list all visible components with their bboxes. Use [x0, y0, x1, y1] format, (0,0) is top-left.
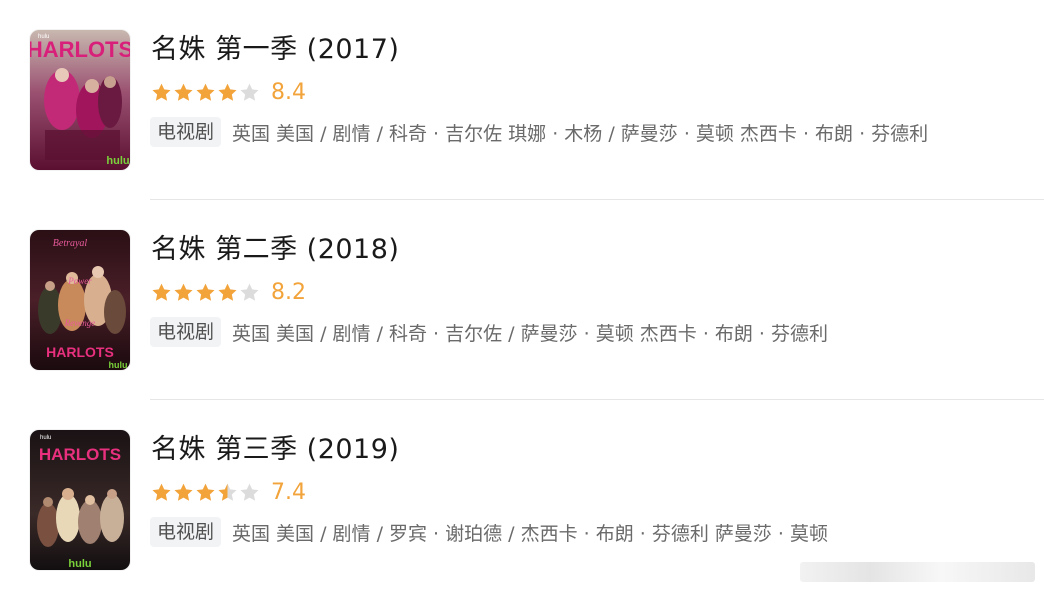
rating-score: 8.2	[271, 279, 306, 305]
star-icon	[174, 83, 193, 101]
svg-text:hulu: hulu	[38, 34, 49, 40]
svg-text:Power: Power	[67, 276, 92, 286]
type-tag: 电视剧	[150, 317, 222, 347]
star-icon	[152, 483, 171, 501]
item-title[interactable]: 名姝 第三季 (2019)	[151, 433, 399, 467]
blurred-watermark	[800, 562, 1035, 582]
star-icon	[240, 283, 259, 301]
star-rating	[151, 82, 260, 103]
star-icon	[218, 483, 237, 501]
poster-image[interactable]: hulu HARLOTS hulu	[30, 430, 130, 570]
star-icon	[196, 83, 215, 101]
star-icon	[240, 483, 259, 501]
hulu-logo: hulu	[109, 360, 128, 370]
star-icon	[218, 283, 237, 301]
poster-title-text: HARLOTS	[46, 344, 114, 360]
star-icon	[218, 83, 237, 101]
item-meta: 英国 美国 / 剧情 / 科奇 · 吉尔佐 琪娜 · 木杨 / 萨曼莎 · 莫顿…	[232, 122, 929, 145]
hulu-logo: hulu	[106, 155, 129, 167]
star-icon	[152, 283, 171, 301]
star-icon	[240, 83, 259, 101]
list-item[interactable]: Betrayal Power Revenge HARLOTS hulu 名姝 第…	[0, 200, 1044, 400]
item-title[interactable]: 名姝 第一季 (2017)	[151, 33, 399, 67]
meta-row: 电视剧 英国 美国 / 剧情 / 罗宾 · 谢珀德 / 杰西卡 · 布朗 · 芬…	[150, 517, 828, 547]
poster-title-text: HARLOTS	[39, 445, 121, 464]
star-icon	[152, 83, 171, 101]
star-icon	[196, 483, 215, 501]
star-rating	[151, 282, 260, 303]
meta-row: 电视剧 英国 美国 / 剧情 / 科奇 · 吉尔佐 / 萨曼莎 · 莫顿 杰西卡…	[150, 317, 828, 347]
poster-title-text: HARLOTS	[30, 37, 130, 62]
rating-score: 7.4	[271, 479, 306, 505]
star-icon	[174, 483, 193, 501]
rating-row: 7.4	[151, 479, 306, 505]
type-tag: 电视剧	[150, 117, 222, 147]
item-meta: 英国 美国 / 剧情 / 罗宾 · 谢珀德 / 杰西卡 · 布朗 · 芬德利 萨…	[232, 522, 829, 545]
list-item[interactable]: HARLOTS hulu hulu 名姝 第一季 (2017) 8.4 电视剧 …	[0, 0, 1044, 200]
hulu-logo: hulu	[68, 558, 91, 570]
type-tag: 电视剧	[150, 517, 222, 547]
rating-row: 8.2	[151, 279, 306, 305]
svg-text:Betrayal: Betrayal	[53, 238, 88, 249]
rating-row: 8.4	[151, 79, 306, 105]
svg-text:Revenge: Revenge	[64, 318, 95, 328]
star-rating	[151, 482, 260, 503]
item-title[interactable]: 名姝 第二季 (2018)	[151, 233, 399, 267]
star-icon	[174, 283, 193, 301]
rating-score: 8.4	[271, 79, 306, 105]
poster-image[interactable]: HARLOTS hulu hulu	[30, 30, 130, 170]
poster-image[interactable]: Betrayal Power Revenge HARLOTS hulu	[30, 230, 130, 370]
meta-row: 电视剧 英国 美国 / 剧情 / 科奇 · 吉尔佐 琪娜 · 木杨 / 萨曼莎 …	[150, 117, 928, 147]
star-icon	[196, 283, 215, 301]
svg-text:hulu: hulu	[40, 435, 51, 441]
item-meta: 英国 美国 / 剧情 / 科奇 · 吉尔佐 / 萨曼莎 · 莫顿 杰西卡 · 布…	[232, 322, 829, 345]
